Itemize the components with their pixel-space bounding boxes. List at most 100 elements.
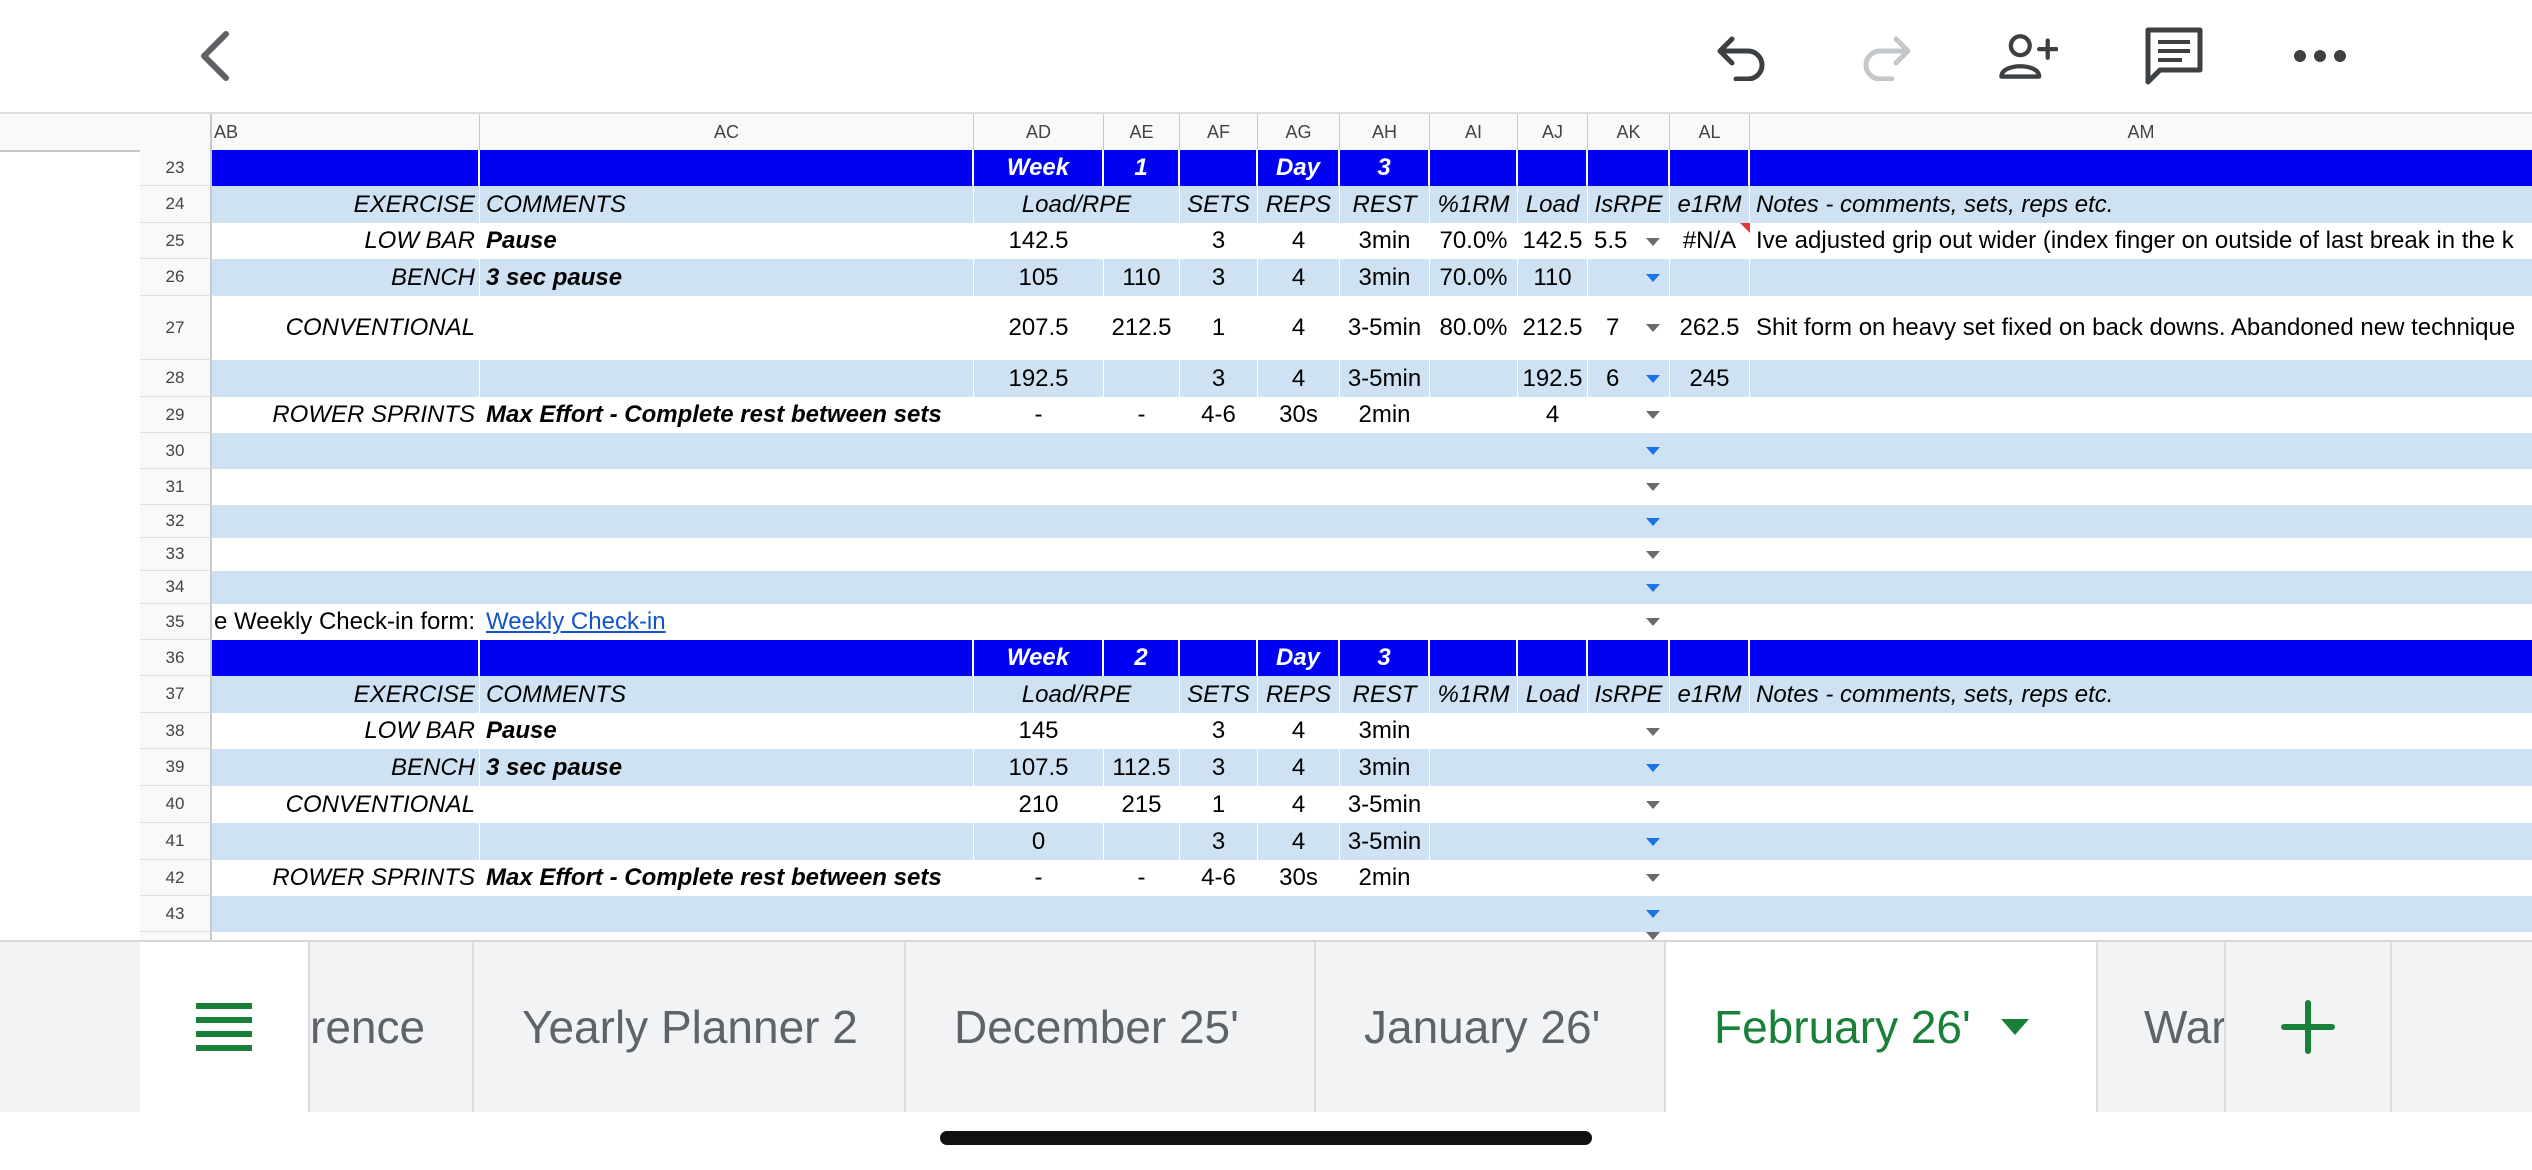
rest-cell[interactable]: 2min [1340, 397, 1430, 433]
sets-cell[interactable]: 3 [1180, 259, 1258, 296]
rest-header[interactable]: REST [1340, 676, 1430, 713]
load-alt-cell[interactable] [1104, 713, 1180, 749]
exercise-header[interactable]: EXERCISE [212, 186, 480, 223]
notes-cell[interactable]: Shit form on heavy set fixed on back dow… [1750, 296, 2532, 360]
sheet-tab[interactable]: January 26' [1316, 942, 1666, 1112]
notes-header[interactable]: Notes - comments, sets, reps etc. [1750, 186, 2532, 223]
dropdown-arrow-icon[interactable] [1646, 910, 1660, 918]
comments-cell[interactable]: 3 sec pause [480, 749, 974, 786]
load-alt-cell[interactable]: 212.5 [1104, 296, 1180, 360]
load-calc-cell[interactable]: 212.5 [1518, 296, 1588, 360]
load-cell[interactable]: - [974, 397, 1104, 433]
exercise-cell[interactable]: ROWER SPRINTS [212, 860, 480, 896]
load-calc-cell[interactable]: 192.5 [1518, 360, 1588, 397]
row-number[interactable]: 39 [140, 749, 212, 786]
dropdown-arrow-icon[interactable] [1646, 551, 1660, 559]
load-cell[interactable]: 105 [974, 259, 1104, 296]
table-row[interactable] [212, 433, 2532, 469]
column-header-ac[interactable]: AC [480, 114, 974, 150]
sheet-tab[interactable]: rence [310, 942, 474, 1112]
comments-cell[interactable]: Max Effort - Complete rest between sets [480, 860, 974, 896]
load-cell[interactable]: 207.5 [974, 296, 1104, 360]
reps-cell[interactable]: 30s [1258, 397, 1340, 433]
column-header-ab[interactable]: AB [212, 114, 480, 150]
weekly-check-in-link[interactable]: Weekly Check-in [486, 608, 666, 636]
rest-cell[interactable]: 3-5min [1340, 296, 1430, 360]
dropdown-arrow-icon[interactable] [1646, 324, 1660, 332]
week-header-row[interactable]: Week 1 Day 3 [212, 150, 2532, 186]
comment-icon[interactable] [2144, 26, 2204, 86]
row-number[interactable]: 41 [140, 823, 212, 860]
row-number[interactable]: 31 [140, 469, 212, 505]
reps-cell[interactable]: 4 [1258, 223, 1340, 259]
column-header-am[interactable]: AM [1750, 114, 2532, 150]
table-row[interactable]: 0 3 4 3-5min [212, 823, 2532, 860]
notes-cell[interactable] [1750, 259, 2532, 296]
sets-cell[interactable]: 4-6 [1180, 397, 1258, 433]
column-header-ag[interactable]: AG [1258, 114, 1340, 150]
load-alt-cell[interactable]: 215 [1104, 786, 1180, 823]
back-arrow-icon[interactable] [184, 26, 244, 86]
sheet-tab[interactable]: Yearly Planner 2 [474, 942, 906, 1112]
sheet-tab[interactable]: December 25' [906, 942, 1316, 1112]
notes-cell[interactable] [1750, 360, 2532, 397]
table-row[interactable]: LOW BAR Pause 145 3 4 3min [212, 713, 2532, 749]
reps-cell[interactable]: 4 [1258, 296, 1340, 360]
week-label[interactable]: Week [974, 640, 1104, 676]
dropdown-arrow-icon[interactable] [1646, 411, 1660, 419]
row-number[interactable]: 28 [140, 360, 212, 397]
load-alt-cell[interactable] [1104, 823, 1180, 860]
load-header[interactable]: Load [1518, 676, 1588, 713]
table-row[interactable]: 192.5 3 4 3-5min 192.5 6 245 [212, 360, 2532, 397]
e1rm-cell[interactable] [1670, 397, 1750, 433]
undo-icon[interactable] [1712, 26, 1772, 86]
week-number[interactable]: 1 [1104, 150, 1180, 186]
dropdown-arrow-icon[interactable] [1646, 274, 1660, 282]
pct-1rm-cell[interactable]: 70.0% [1430, 223, 1518, 259]
sets-cell[interactable]: 4-6 [1180, 860, 1258, 896]
dropdown-arrow-icon[interactable] [1646, 238, 1660, 246]
table-row[interactable] [212, 505, 2532, 538]
row-number[interactable]: 29 [140, 397, 212, 433]
dropdown-arrow-icon[interactable] [1646, 838, 1660, 846]
sets-cell[interactable]: 1 [1180, 786, 1258, 823]
exercise-cell[interactable]: BENCH [212, 259, 480, 296]
exercise-cell[interactable]: ROWER SPRINTS [212, 397, 480, 433]
column-header-ai[interactable]: AI [1430, 114, 1518, 150]
column-header-ad[interactable]: AD [974, 114, 1104, 150]
tab-menu-dropdown-icon[interactable] [2000, 1019, 2029, 1035]
exercise-cell[interactable]: LOW BAR [212, 713, 480, 749]
sheet-tab[interactable]: War [2098, 942, 2226, 1112]
pct-1rm-cell[interactable]: 70.0% [1430, 259, 1518, 296]
load-rpe-header[interactable]: Load/RPE [974, 676, 1180, 713]
dropdown-arrow-icon[interactable] [1646, 584, 1660, 592]
comment-indicator-icon[interactable] [1740, 223, 1750, 233]
e1rm-cell[interactable]: 245 [1670, 360, 1750, 397]
redo-icon[interactable] [1856, 26, 1916, 86]
row-number[interactable]: 37 [140, 676, 212, 713]
day-number[interactable]: 3 [1340, 150, 1430, 186]
dropdown-arrow-icon[interactable] [1646, 728, 1660, 736]
load-cell[interactable]: 142.5 [974, 223, 1104, 259]
sets-cell[interactable]: 3 [1180, 749, 1258, 786]
row-number[interactable]: 33 [140, 538, 212, 571]
dropdown-arrow-icon[interactable] [1646, 874, 1660, 882]
sets-header[interactable]: SETS [1180, 186, 1258, 223]
column-header-aj[interactable]: AJ [1518, 114, 1588, 150]
rest-cell[interactable]: 3-5min [1340, 786, 1430, 823]
day-label[interactable]: Day [1258, 640, 1340, 676]
e1rm-header[interactable]: e1RM [1670, 186, 1750, 223]
comments-cell[interactable]: Pause [480, 223, 974, 259]
pct-1rm-header[interactable]: %1RM [1430, 676, 1518, 713]
add-sheet-plus-icon[interactable] [2226, 942, 2392, 1112]
row-number[interactable]: 32 [140, 505, 212, 538]
dropdown-arrow-icon[interactable] [1646, 932, 1660, 940]
exercise-cell[interactable]: LOW BAR [212, 223, 480, 259]
more-horizontal-icon[interactable] [2290, 26, 2350, 86]
row-number[interactable]: 43 [140, 896, 212, 932]
table-row[interactable] [212, 469, 2532, 505]
comments-cell[interactable]: Pause [480, 713, 974, 749]
rest-cell[interactable]: 3min [1340, 713, 1430, 749]
comments-cell[interactable] [480, 823, 974, 860]
row-number[interactable]: 38 [140, 713, 212, 749]
